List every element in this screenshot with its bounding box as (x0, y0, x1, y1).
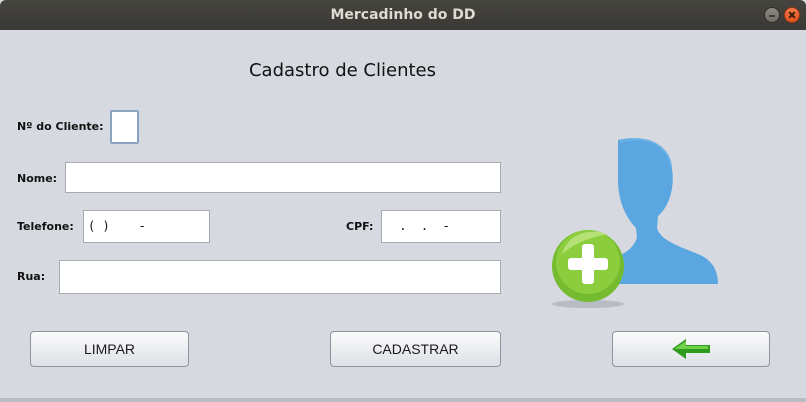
rua-label: Rua: (17, 270, 46, 283)
cpf-label: CPF: (346, 220, 374, 233)
minimize-button[interactable] (764, 7, 780, 23)
cliente-number-label: Nº do Cliente: (17, 120, 104, 133)
cpf-field[interactable]: . . - (381, 210, 501, 243)
rua-field[interactable] (59, 260, 501, 294)
cliente-number-field[interactable] (110, 110, 139, 144)
telefone-label: Telefone: (17, 220, 74, 233)
app-window: Mercadinho do DD Cadastro de Clientes Nº… (0, 0, 806, 402)
limpar-button[interactable]: LIMPAR (30, 331, 189, 367)
cadastrar-button[interactable]: CADASTRAR (330, 331, 501, 367)
window-title: Mercadinho do DD (330, 7, 476, 23)
title-bar[interactable]: Mercadinho do DD (0, 0, 806, 30)
window-bottom-edge (0, 398, 806, 402)
close-button[interactable] (784, 7, 800, 23)
add-user-icon (552, 138, 718, 308)
nome-label: Nome: (17, 172, 58, 185)
back-button[interactable] (612, 331, 770, 367)
telefone-field[interactable]: ( ) - (83, 210, 210, 243)
nome-field[interactable] (65, 162, 501, 193)
green-left-arrow-icon (672, 339, 710, 359)
form-heading: Cadastro de Clientes (248, 60, 436, 81)
